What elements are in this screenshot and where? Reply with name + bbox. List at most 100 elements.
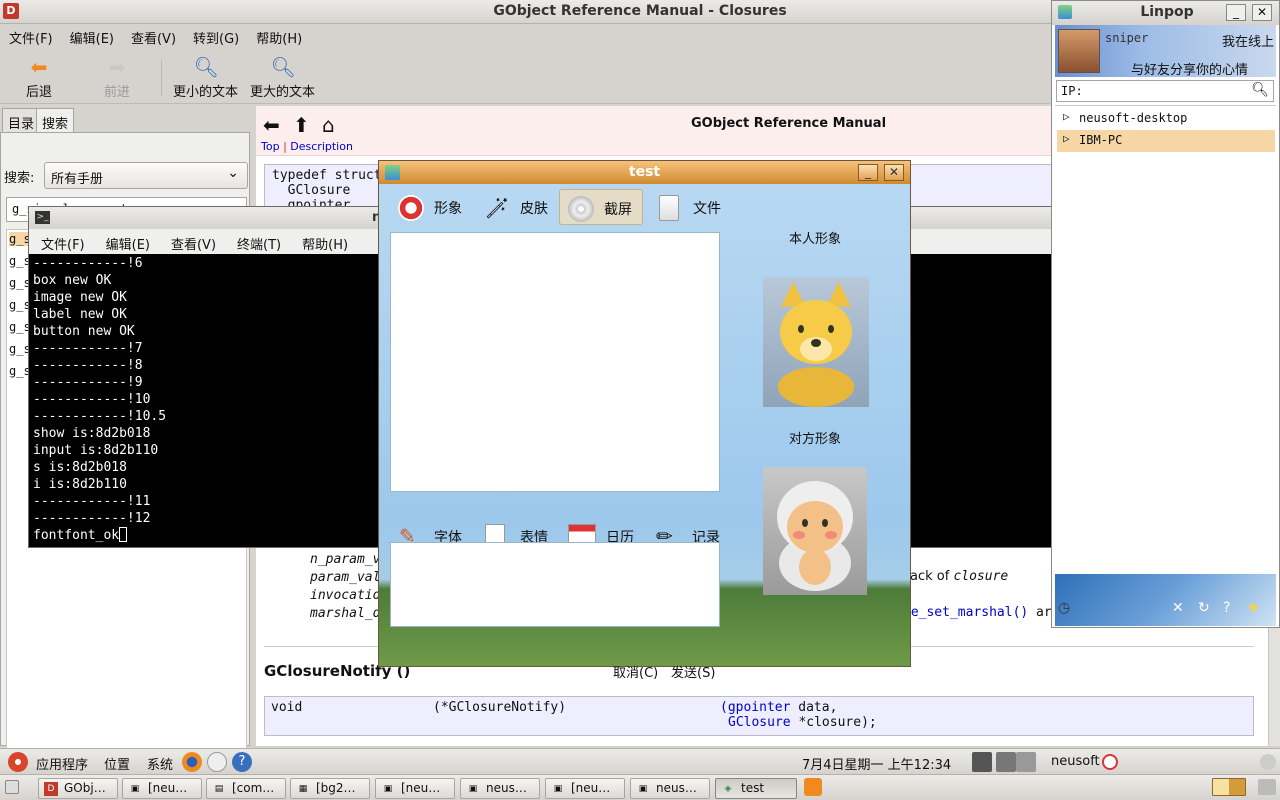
search-scope-combo[interactable]: 所有手册 ⌄ bbox=[44, 162, 248, 189]
clock-icon[interactable]: ◷ bbox=[1058, 600, 1070, 616]
terminal-task-icon: ▣ bbox=[468, 784, 478, 794]
taskbar-item[interactable]: ▣ neus… bbox=[630, 778, 710, 799]
help-icon[interactable]: ? bbox=[232, 752, 252, 772]
tab-contents[interactable]: 目录 bbox=[2, 108, 41, 132]
file-manager-task-icon: ▤ bbox=[214, 784, 224, 794]
taskbar-item-active[interactable]: ◈ test bbox=[715, 778, 797, 799]
param-description: re_set_marshal() ar bbox=[903, 605, 1052, 620]
contact-item[interactable]: ▷ IBM-PC bbox=[1057, 130, 1275, 152]
linpop-titlebar[interactable]: Linpop _ ✕ bbox=[1052, 1, 1279, 25]
terminal-menu-terminal[interactable]: 终端(T) bbox=[225, 229, 290, 253]
user-switch-icon[interactable] bbox=[972, 752, 992, 772]
show-desktop-icon[interactable] bbox=[5, 780, 19, 794]
link-top[interactable]: Top bbox=[261, 140, 280, 153]
clock[interactable]: 7月4日星期一 上午12:34 bbox=[802, 754, 951, 773]
linpop-close-button[interactable]: ✕ bbox=[1252, 4, 1272, 21]
username-label[interactable]: neusoft bbox=[1051, 754, 1100, 769]
message-input[interactable] bbox=[390, 542, 720, 627]
chat-history-view[interactable] bbox=[390, 232, 720, 492]
tab-screenshot[interactable]: 截屏 bbox=[559, 189, 643, 225]
system-menu[interactable]: 系统 bbox=[147, 754, 173, 773]
terminal-menu-help[interactable]: 帮助(H) bbox=[290, 229, 357, 253]
send-button[interactable]: 发送(S) bbox=[671, 662, 715, 681]
username: sniper bbox=[1105, 31, 1149, 45]
terminal-prompt-line: fontfont_ok bbox=[33, 528, 120, 543]
taskbar-item[interactable]: ▣ [neu… bbox=[375, 778, 455, 799]
network-icon[interactable] bbox=[996, 752, 1016, 772]
workspace-switcher[interactable] bbox=[1212, 778, 1246, 796]
linpop-minimize-button[interactable]: _ bbox=[1226, 4, 1246, 21]
link-description[interactable]: Description bbox=[290, 140, 353, 153]
menu-file[interactable]: 文件(F) bbox=[0, 24, 61, 47]
forward-arrow-icon: ➡ bbox=[108, 55, 126, 79]
home-icon[interactable]: ⌂ bbox=[322, 113, 335, 137]
terminal-menu-edit[interactable]: 编辑(E) bbox=[94, 229, 159, 253]
larger-text-button[interactable]: 🔍︎ 更大的文本 bbox=[250, 56, 315, 100]
firefox-icon[interactable] bbox=[182, 752, 202, 772]
menu-view[interactable]: 查看(V) bbox=[122, 24, 184, 47]
search-icon[interactable]: 🔍︎ bbox=[1251, 82, 1269, 98]
online-status[interactable]: 我在线上 bbox=[1222, 31, 1274, 50]
menu-help[interactable]: 帮助(H) bbox=[247, 24, 310, 47]
signature-text[interactable]: 与好友分享你的心情 bbox=[1131, 59, 1248, 78]
taskbar-item[interactable]: ▣ [neu… bbox=[545, 778, 625, 799]
menu-go[interactable]: 转到(G) bbox=[184, 24, 247, 47]
user-avatar[interactable] bbox=[1058, 29, 1100, 73]
magic-wand-icon: 🪄︎ bbox=[484, 196, 510, 220]
applications-menu[interactable]: 应用程序 bbox=[36, 754, 88, 773]
toolbar-separator bbox=[161, 60, 162, 96]
tray-app-icon[interactable] bbox=[804, 778, 822, 796]
list-item[interactable]: g_s bbox=[9, 232, 31, 246]
power-icon[interactable] bbox=[1102, 754, 1118, 770]
forward-button[interactable]: ➡ 前进 bbox=[104, 56, 130, 100]
menu-edit[interactable]: 编辑(E) bbox=[61, 24, 122, 47]
star-icon[interactable]: ★ bbox=[1247, 600, 1260, 616]
refresh-icon[interactable]: ↻ bbox=[1198, 600, 1210, 616]
tab-search[interactable]: 搜索 bbox=[36, 108, 75, 132]
tab-file[interactable]: 文件 bbox=[649, 189, 729, 225]
terminal-menu-view[interactable]: 查看(V) bbox=[159, 229, 225, 253]
test-titlebar[interactable]: test _ ✕ bbox=[379, 161, 910, 184]
smaller-text-button[interactable]: 🔍︎ 更小的文本 bbox=[173, 56, 238, 100]
terminal-task-icon: ▣ bbox=[553, 784, 563, 794]
help-icon[interactable]: ? bbox=[1223, 600, 1230, 616]
prev-page-icon[interactable]: ⬅ bbox=[263, 113, 280, 137]
document-icon bbox=[659, 195, 679, 221]
tab-avatar[interactable]: 形象 bbox=[390, 189, 470, 225]
zoom-out-icon: 🔍︎ bbox=[193, 55, 219, 79]
zoom-in-icon: 🔍︎ bbox=[270, 55, 296, 79]
linpop-title: Linpop bbox=[1140, 4, 1194, 20]
trash-icon[interactable] bbox=[1258, 779, 1276, 795]
test-task-icon: ◈ bbox=[724, 784, 732, 794]
taskbar-item[interactable]: ▤ [com… bbox=[206, 778, 286, 799]
gclosure-link[interactable]: GClosure bbox=[728, 715, 791, 730]
mail-icon[interactable] bbox=[207, 752, 227, 772]
contact-item[interactable]: ▷ neusoft-desktop bbox=[1057, 108, 1275, 130]
taskbar: D GObj… ▣ [neu… ▤ [com… ▦ [bg2… ▣ [neu… ▣ neus… bbox=[0, 774, 1280, 800]
chevron-down-icon: ⌄ bbox=[227, 165, 239, 181]
taskbar-item[interactable]: ▣ neus… bbox=[460, 778, 540, 799]
devhelp-task-icon: D bbox=[44, 782, 58, 796]
up-page-icon[interactable]: ⬆ bbox=[293, 113, 310, 137]
devhelp-toolbar: ⬅ 后退 ➡ 前进 🔍︎ 更小的文本 🔍︎ 更大的文本 bbox=[0, 50, 1050, 104]
tab-skin[interactable]: 🪄︎ 皮肤 bbox=[476, 189, 556, 225]
gpointer-link[interactable]: (gpointer bbox=[720, 700, 790, 715]
back-button[interactable]: ⬅ 后退 bbox=[26, 56, 52, 100]
taskbar-item[interactable]: D GObj… bbox=[38, 778, 118, 799]
printer-icon[interactable] bbox=[1016, 752, 1036, 772]
volume-icon[interactable] bbox=[1260, 754, 1276, 770]
self-avatar-image bbox=[763, 277, 869, 407]
set-marshal-link[interactable]: re_set_marshal() bbox=[903, 605, 1028, 620]
close-button[interactable]: ✕ bbox=[884, 164, 904, 181]
tools-icon[interactable]: ✕ bbox=[1172, 600, 1184, 616]
search-label: 搜索: bbox=[4, 171, 35, 186]
taskbar-item[interactable]: ▦ [bg2… bbox=[290, 778, 370, 799]
places-menu[interactable]: 位置 bbox=[104, 754, 130, 773]
ip-search-input[interactable]: IP: 🔍︎ bbox=[1056, 80, 1274, 102]
cancel-button[interactable]: 取消(C) bbox=[613, 662, 658, 681]
disc-icon bbox=[568, 196, 594, 222]
terminal-cursor bbox=[119, 527, 128, 542]
minimize-button[interactable]: _ bbox=[858, 164, 878, 181]
taskbar-item[interactable]: ▣ [neu… bbox=[122, 778, 202, 799]
terminal-menu-file[interactable]: 文件(F) bbox=[29, 229, 94, 253]
